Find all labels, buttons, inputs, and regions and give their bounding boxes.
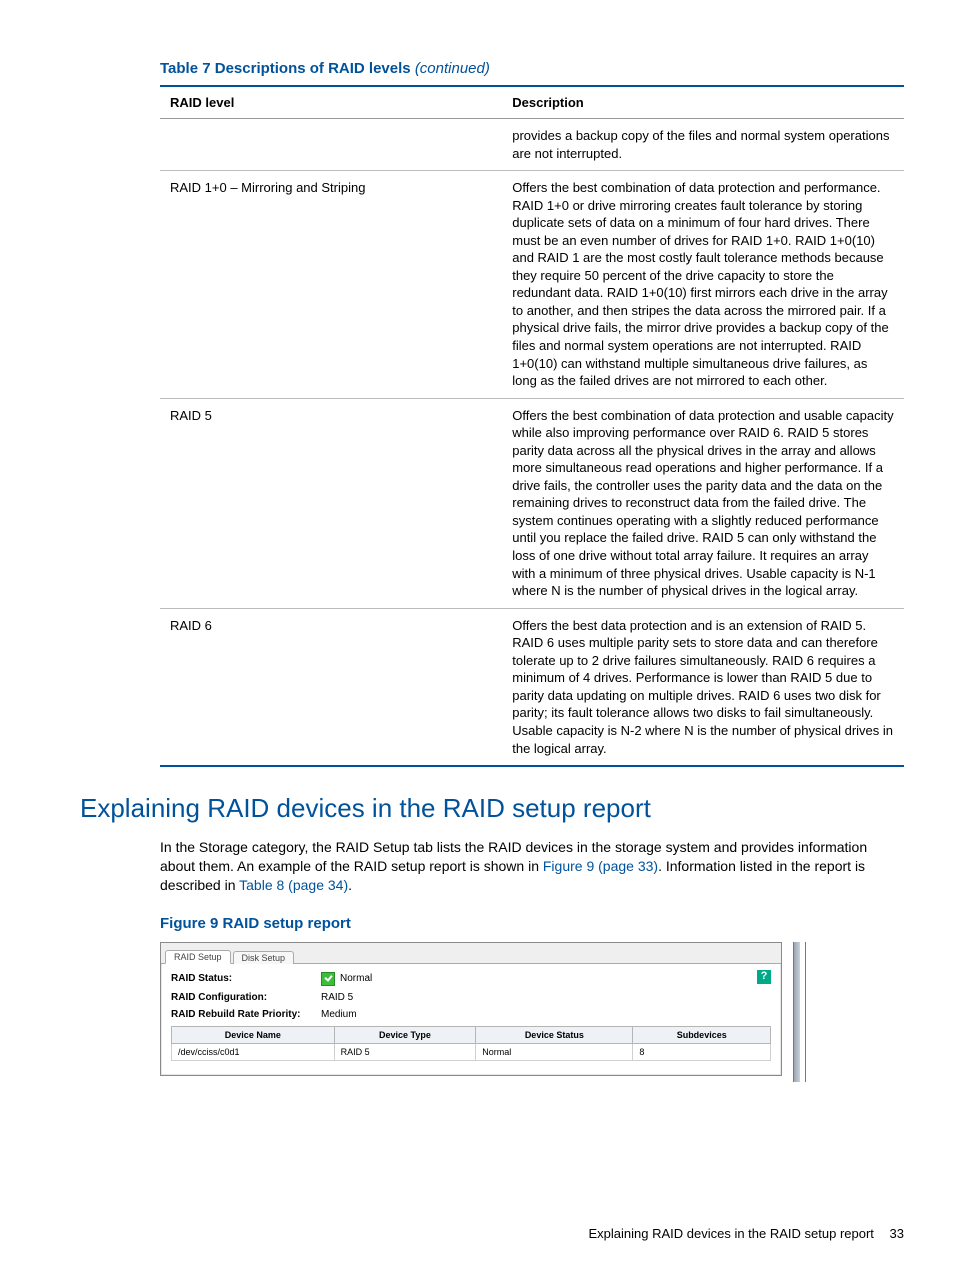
cell-raid-level: RAID 6	[160, 608, 502, 766]
cell-description: provides a backup copy of the files and …	[502, 119, 904, 171]
figure-edge-decoration	[793, 942, 800, 1082]
link-table-8[interactable]: Table 8 (page 34)	[239, 877, 348, 893]
link-figure-9[interactable]: Figure 9 (page 33)	[543, 858, 658, 874]
dev-cell-name: /dev/cciss/c0d1	[172, 1043, 335, 1060]
status-ok-icon	[321, 972, 335, 986]
status-text: Normal	[340, 973, 372, 984]
footer-title: Explaining RAID devices in the RAID setu…	[588, 1226, 873, 1241]
table-caption-main: Table 7 Descriptions of RAID levels	[160, 60, 411, 77]
tab-raid-setup[interactable]: RAID Setup	[165, 950, 231, 964]
figure-raid-setup-report: RAID Setup Disk Setup ? RAID Status: Nor…	[160, 942, 782, 1076]
value-raid-configuration: RAID 5	[321, 992, 353, 1003]
cell-raid-level: RAID 5	[160, 398, 502, 608]
tab-bar: RAID Setup Disk Setup	[161, 943, 781, 964]
label-raid-status: RAID Status:	[171, 973, 321, 984]
value-raid-status: Normal	[321, 972, 372, 986]
table-row: RAID 1+0 – Mirroring and Striping Offers…	[160, 171, 904, 399]
page-footer: Explaining RAID devices in the RAID setu…	[588, 1226, 904, 1241]
col-header-raid-level: RAID level	[160, 86, 502, 119]
cell-description: Offers the best combination of data prot…	[502, 398, 904, 608]
table-caption: Table 7 Descriptions of RAID levels (con…	[160, 60, 904, 77]
dev-cell-status: Normal	[476, 1043, 633, 1060]
cell-raid-level	[160, 119, 502, 171]
section-body: In the Storage category, the RAID Setup …	[160, 838, 904, 895]
raid-setup-panel: RAID Setup Disk Setup ? RAID Status: Nor…	[160, 942, 782, 1076]
table-row: provides a backup copy of the files and …	[160, 119, 904, 171]
page-number: 33	[890, 1226, 904, 1241]
dev-cell-type: RAID 5	[334, 1043, 476, 1060]
table-row: RAID 6 Offers the best data protection a…	[160, 608, 904, 766]
cell-raid-level: RAID 1+0 – Mirroring and Striping	[160, 171, 502, 399]
cell-description: Offers the best combination of data prot…	[502, 171, 904, 399]
table-caption-continued: (continued)	[415, 60, 490, 77]
section-heading: Explaining RAID devices in the RAID setu…	[80, 793, 904, 824]
dev-cell-subdevices: 8	[633, 1043, 771, 1060]
cell-description: Offers the best data protection and is a…	[502, 608, 904, 766]
tab-disk-setup[interactable]: Disk Setup	[233, 951, 295, 964]
col-header-description: Description	[502, 86, 904, 119]
dev-col-name: Device Name	[172, 1026, 335, 1043]
label-rebuild-priority: RAID Rebuild Rate Priority:	[171, 1009, 321, 1020]
device-table: Device Name Device Type Device Status Su…	[171, 1026, 771, 1061]
value-rebuild-priority: Medium	[321, 1009, 357, 1020]
dev-col-status: Device Status	[476, 1026, 633, 1043]
help-icon[interactable]: ?	[757, 970, 771, 984]
raid-levels-table: RAID level Description provides a backup…	[160, 85, 904, 767]
device-row[interactable]: /dev/cciss/c0d1 RAID 5 Normal 8	[172, 1043, 771, 1060]
dev-col-subdevices: Subdevices	[633, 1026, 771, 1043]
figure-caption: Figure 9 RAID setup report	[160, 915, 904, 932]
table-row: RAID 5 Offers the best combination of da…	[160, 398, 904, 608]
section-text: .	[348, 877, 352, 893]
dev-col-type: Device Type	[334, 1026, 476, 1043]
label-raid-configuration: RAID Configuration:	[171, 992, 321, 1003]
